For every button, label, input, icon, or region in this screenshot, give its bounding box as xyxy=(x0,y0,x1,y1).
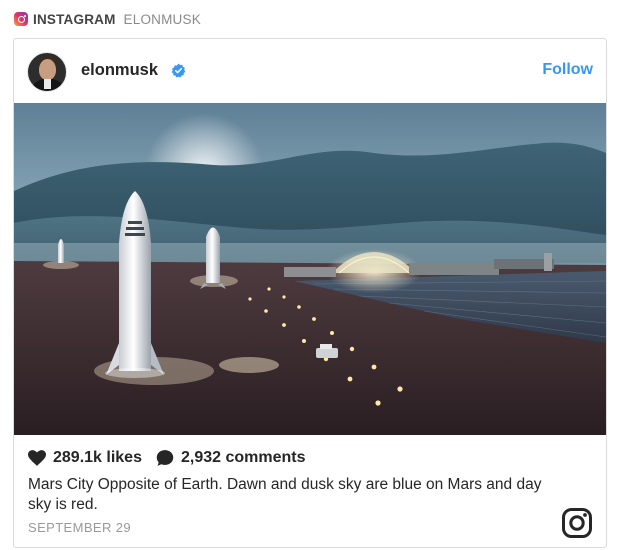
follow-button[interactable]: Follow xyxy=(542,61,593,79)
instagram-logo-icon xyxy=(14,12,28,26)
comments-stat[interactable]: 2,932 comments xyxy=(156,449,306,467)
likes-count: 289.1k likes xyxy=(53,449,142,466)
verified-badge-icon xyxy=(171,63,186,78)
comments-count: 2,932 comments xyxy=(180,449,306,466)
post-header: elonmusk Follow xyxy=(14,39,606,103)
embed-source-bar: INSTAGRAM ELONMUSK xyxy=(14,10,201,28)
likes-stat[interactable]: 289.1k likes xyxy=(28,449,142,467)
post-date[interactable]: SEPTEMBER 29 xyxy=(28,520,131,535)
post-caption: Mars City Opposite of Earth. Dawn and du… xyxy=(28,476,542,513)
comment-bubble-icon xyxy=(156,450,174,466)
instagram-glyph-icon[interactable] xyxy=(561,507,593,539)
platform-name: INSTAGRAM xyxy=(33,11,116,27)
username[interactable]: elonmusk xyxy=(81,61,158,80)
mars-city-photo[interactable] xyxy=(14,103,606,435)
account-name[interactable]: ELONMUSK xyxy=(124,12,201,27)
avatar[interactable] xyxy=(27,52,67,92)
instagram-post-card: elonmusk Follow 289.1k likes 2,932 comme… xyxy=(13,38,607,548)
heart-icon xyxy=(28,450,46,466)
post-stats: 289.1k likes 2,932 comments xyxy=(28,448,305,468)
